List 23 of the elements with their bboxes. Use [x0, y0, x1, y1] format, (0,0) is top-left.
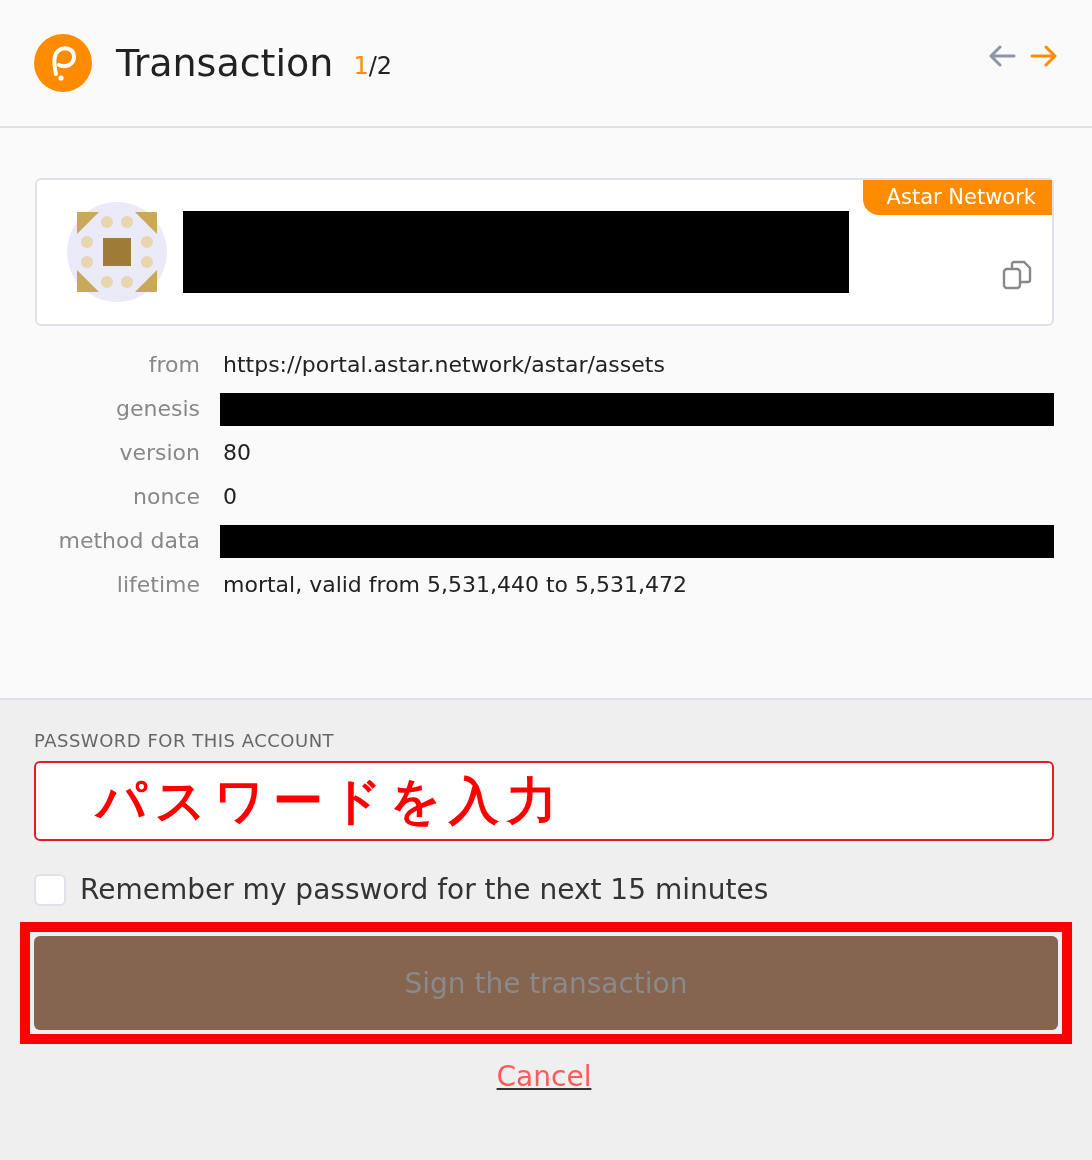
- detail-label: lifetime: [115, 571, 200, 599]
- copy-icon[interactable]: [1002, 260, 1032, 290]
- cancel-link[interactable]: Cancel: [496, 1060, 592, 1093]
- page-title: Transaction: [116, 41, 334, 85]
- detail-label: from: [147, 351, 200, 379]
- password-field[interactable]: パスワードを入力: [34, 761, 1054, 841]
- identicon-icon: [67, 202, 167, 302]
- detail-label: nonce: [132, 483, 200, 511]
- annotation-text: パスワードを入力: [96, 770, 565, 832]
- detail-label: genesis: [115, 395, 200, 423]
- checkbox[interactable]: [34, 873, 66, 906]
- password-label: PASSWORD FOR THIS ACCOUNT: [34, 730, 336, 751]
- checkbox-label: Remember my password for the next 15 minutes: [80, 873, 769, 906]
- transaction-counter: 1/2: [353, 52, 393, 80]
- network-tag: Astar Network: [862, 180, 1052, 215]
- detail-value: 80: [222, 439, 252, 467]
- detail-value: https://portal.astar.network/astar/assets: [222, 351, 666, 379]
- detail-value: 0: [222, 483, 238, 511]
- next-arrow-icon[interactable]: [1030, 45, 1058, 67]
- detail-label: version: [118, 439, 200, 467]
- detail-label: method data: [57, 527, 200, 555]
- logo-icon: [34, 34, 92, 92]
- detail-value: mortal, valid from 5,531,440 to 5,531,472: [222, 571, 689, 599]
